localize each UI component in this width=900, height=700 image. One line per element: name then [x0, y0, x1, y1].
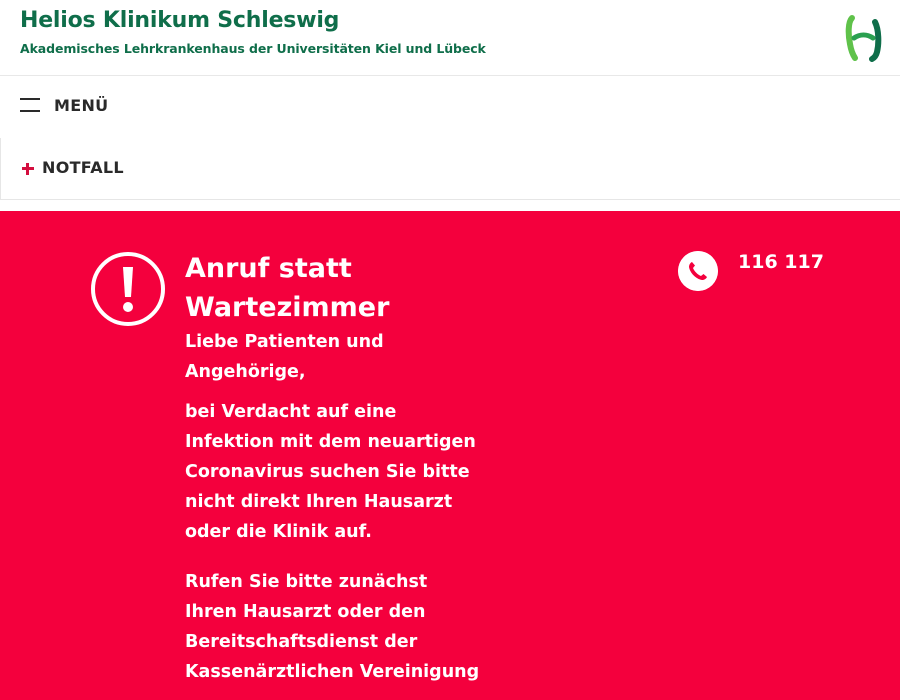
site-title[interactable]: Helios Klinikum Schleswig — [20, 8, 339, 33]
separator — [0, 200, 900, 211]
phone-icon[interactable] — [678, 251, 718, 291]
notfall-bar[interactable]: NOTFALL — [0, 138, 900, 200]
phone-number-link[interactable]: 116 117 — [738, 251, 824, 273]
alert-title: Anruf statt Wartezimmer — [185, 253, 390, 323]
alert-paragraph-2: Rufen Sie bitte zunächst Ihren Hausarzt … — [185, 572, 480, 682]
alert-paragraph-1: bei Verdacht auf eine Infektion mit dem … — [185, 402, 476, 542]
site-subtitle: Akademisches Lehrkrankenhaus der Univers… — [20, 41, 486, 56]
plus-icon — [22, 163, 34, 175]
hamburger-menu-icon[interactable] — [20, 98, 40, 112]
alert-body: Liebe Patienten und Angehörige, bei Verd… — [185, 327, 485, 697]
menu-button[interactable]: MENÜ — [54, 96, 108, 115]
menu-bar[interactable]: MENÜ — [0, 76, 900, 138]
helios-logo-icon[interactable] — [845, 14, 883, 62]
corona-alert-banner: Anruf statt Wartezimmer Liebe Patienten … — [0, 211, 900, 700]
alert-greeting: Liebe Patienten und Angehörige, — [185, 332, 384, 382]
notfall-button[interactable]: NOTFALL — [42, 158, 124, 177]
exclamation-icon — [91, 252, 165, 326]
site-header: Helios Klinikum Schleswig Akademisches L… — [0, 0, 900, 76]
